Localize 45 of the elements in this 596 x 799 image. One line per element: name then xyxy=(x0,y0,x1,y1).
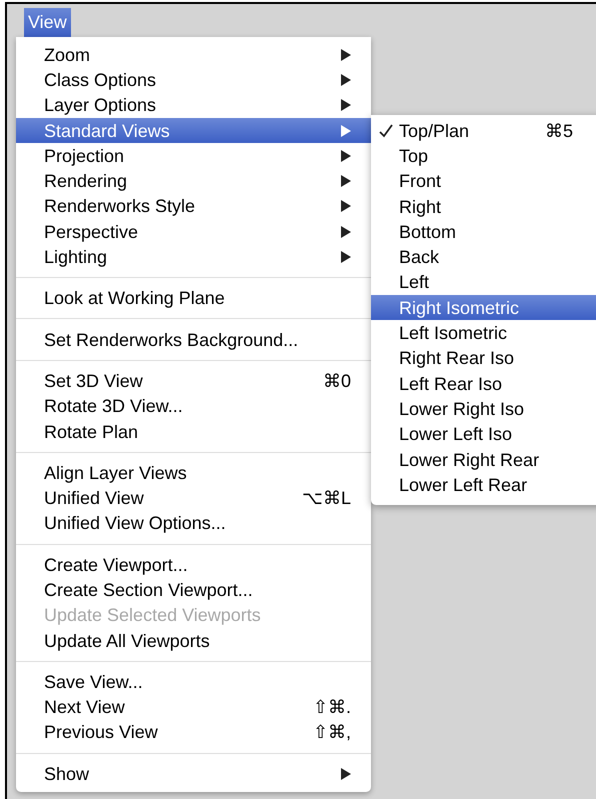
menu-item[interactable]: Create Section Viewport... xyxy=(16,577,371,603)
menu-item[interactable]: Create Viewport... xyxy=(16,552,371,578)
submenu-item[interactable]: Right xyxy=(371,194,596,220)
menu-item[interactable]: Rotate 3D View... xyxy=(16,394,371,419)
shortcut-label: ⌘0 xyxy=(322,372,351,390)
shortcut-label: ⇧⌘. xyxy=(312,698,351,716)
menu-item[interactable]: Layer Options xyxy=(16,92,371,118)
menu-item[interactable]: Unified View Options... xyxy=(16,510,371,536)
shortcut-label: ⌥⌘L xyxy=(302,489,351,508)
menu-item[interactable]: Rotate Plan xyxy=(16,418,371,444)
view-menu-title[interactable]: View xyxy=(24,8,71,37)
submenu-item[interactable]: Front xyxy=(371,168,596,194)
menu-item[interactable]: Standard Views xyxy=(16,118,371,144)
submenu-item[interactable]: Top xyxy=(371,143,596,169)
menu-item[interactable]: Set Renderworks Background... xyxy=(16,326,371,352)
menu-item[interactable]: Rendering xyxy=(16,168,371,194)
menu-item[interactable]: Next View ⇧⌘. xyxy=(16,694,371,720)
menu-item[interactable]: Align Layer Views xyxy=(16,460,371,486)
menu-item[interactable]: Show xyxy=(16,761,371,786)
menu-item[interactable]: Class Options xyxy=(16,67,371,93)
menu-item[interactable]: Lighting xyxy=(16,244,371,270)
submenu-item[interactable]: Lower Right Iso xyxy=(371,396,596,422)
submenu-item[interactable]: Left Rear Iso xyxy=(371,370,596,396)
shortcut-label: ⇧⌘, xyxy=(312,723,351,742)
submenu-item[interactable]: Back xyxy=(371,244,596,270)
menu-item[interactable]: Perspective xyxy=(16,219,371,244)
submenu-item[interactable]: Right Rear Iso xyxy=(371,346,596,371)
submenu-item[interactable]: Left Isometric xyxy=(371,320,596,346)
submenu-item[interactable]: Right Isometric xyxy=(371,295,596,320)
menu-item[interactable]: Renderworks Style xyxy=(16,194,371,220)
submenu-item[interactable]: Bottom xyxy=(371,219,596,244)
submenu-item[interactable]: Top/Plan ⌘5 xyxy=(371,118,596,144)
submenu-item[interactable]: Lower Left Iso xyxy=(371,422,596,447)
menu-item[interactable]: Previous View ⇧⌘, xyxy=(16,720,371,746)
menu-item[interactable]: Update All Viewports xyxy=(16,628,371,654)
submenu-item[interactable]: Lower Right Rear xyxy=(371,446,596,472)
menu-item[interactable]: Zoom xyxy=(16,42,371,68)
menu-item[interactable]: Unified View ⌥⌘L xyxy=(16,485,371,511)
menu-item[interactable]: Projection xyxy=(16,143,371,168)
menu-item[interactable]: Set 3D View ⌘0 xyxy=(16,368,371,394)
submenu-item[interactable]: Lower Left Rear xyxy=(371,472,596,498)
submenu-item[interactable]: Left xyxy=(371,270,596,296)
menu-item[interactable]: Save View... xyxy=(16,669,371,695)
shortcut-label: ⌘5 xyxy=(544,122,573,140)
menu-item[interactable]: Look at Working Plane xyxy=(16,286,371,311)
